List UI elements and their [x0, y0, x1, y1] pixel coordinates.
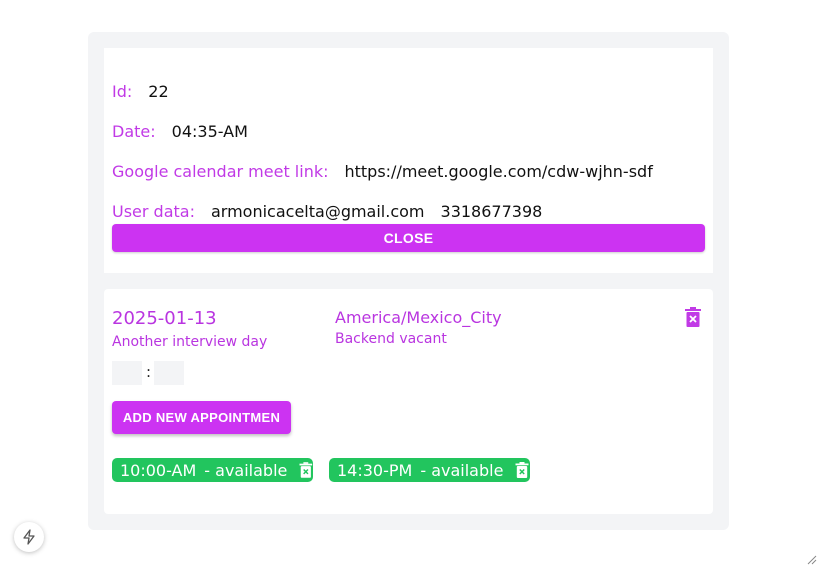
date-value: 04:35-AM	[171, 122, 248, 141]
user-email: armonicacelta@gmail.com	[210, 202, 425, 221]
meet-link-label: Google calendar meet link:	[112, 162, 329, 181]
time-slot: 14:30-PM - available	[329, 458, 530, 482]
date-row: Date: 04:35-AM	[112, 122, 248, 141]
add-appointment-button[interactable]: ADD NEW APPOINTMEN	[112, 401, 291, 434]
time-slot: 10:00-AM - available	[112, 458, 313, 482]
appointment-panel: Id: 22 Date: 04:35-AM Google calendar me…	[88, 32, 729, 530]
time-separator: :	[146, 363, 152, 381]
day-subtitle: Another interview day	[112, 334, 268, 350]
bolt-icon	[23, 529, 35, 545]
user-data-row: User data: armonicacelta@gmail.com 33186…	[112, 202, 542, 221]
resize-handle-icon[interactable]	[805, 553, 817, 565]
meet-link-row: Google calendar meet link: https://meet.…	[112, 162, 653, 181]
interview-day-card: 2025-01-13 Another interview day America…	[104, 289, 713, 514]
slot-time: 10:00-AM	[120, 460, 197, 480]
user-phone: 3318677398	[440, 202, 543, 221]
slot-status: - available	[204, 460, 288, 480]
meet-link-value[interactable]: https://meet.google.com/cdw-wjhn-sdf	[344, 162, 652, 181]
user-data-label: User data:	[112, 202, 195, 221]
close-button[interactable]: CLOSE	[112, 224, 705, 252]
slot-status: - available	[420, 460, 504, 480]
trash-icon[interactable]	[299, 462, 313, 478]
vacancy: Backend vacant	[335, 331, 447, 347]
trash-icon[interactable]	[515, 462, 529, 478]
hour-input[interactable]	[112, 361, 142, 385]
id-value: 22	[148, 82, 169, 101]
timezone: America/Mexico_City	[335, 308, 502, 327]
minute-input[interactable]	[154, 361, 184, 385]
id-row: Id: 22	[112, 82, 169, 101]
date-label: Date:	[112, 122, 156, 141]
dev-tools-button[interactable]	[14, 522, 44, 552]
slot-time: 14:30-PM	[337, 460, 413, 480]
trash-icon[interactable]	[684, 307, 702, 327]
appointment-details-card: Id: 22 Date: 04:35-AM Google calendar me…	[104, 48, 713, 273]
day-date: 2025-01-13	[112, 308, 217, 329]
id-label: Id:	[112, 82, 133, 101]
